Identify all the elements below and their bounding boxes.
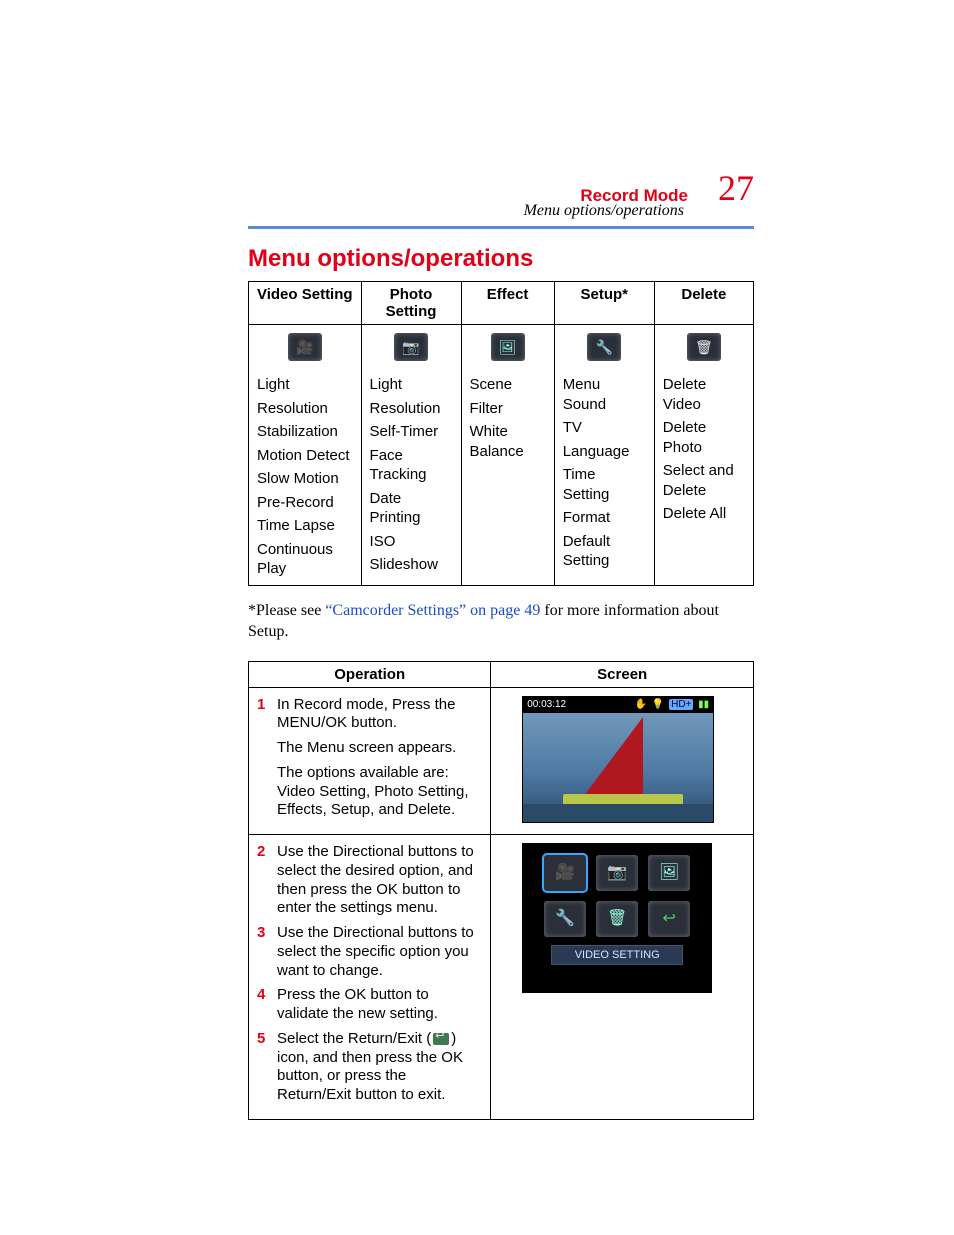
menu-setup-icon: 🔧 [544, 901, 586, 937]
sailboat-sail [583, 717, 643, 797]
menu-effect-icon: 🖼 [648, 855, 690, 891]
list-item: Date Printing [370, 487, 453, 530]
step-text: Select the Return/Exit () icon, and then… [277, 1030, 482, 1105]
col-video: Video Setting [249, 282, 362, 325]
photo-setting-icon: 📷 [394, 333, 428, 361]
list-item: Filter [470, 397, 546, 421]
list-item: Stabilization [257, 420, 353, 444]
hand-icon: ✋ [635, 699, 647, 710]
menu-caption: VIDEO SETTING [551, 945, 683, 965]
col-photo: Photo Setting [361, 282, 461, 325]
menu-video-icon: 🎥 [544, 855, 586, 891]
list-item: Face Tracking [370, 444, 453, 487]
list-item: Slow Motion [257, 467, 353, 491]
col-effect: Effect [461, 282, 554, 325]
step-text: The Menu screen appears. [277, 739, 482, 758]
list-item: Default Setting [563, 530, 646, 573]
setup-icon: 🔧 [587, 333, 621, 361]
list-item: Resolution [370, 397, 453, 421]
ops-col-operation: Operation [249, 661, 491, 687]
list-item: Delete Video [663, 373, 745, 416]
return-exit-icon [433, 1033, 449, 1045]
menu-screenshot: 🎥 📷 🖼 🔧 🗑 ↩ VIDEO SETTING [522, 843, 712, 993]
operations-table: Operation Screen 1 In Record mode, Press… [248, 661, 754, 1120]
list-item: Scene [470, 373, 546, 397]
delete-items: Delete Video Delete Photo Select and Del… [654, 369, 753, 585]
breadcrumb: Menu options/operations [248, 202, 684, 220]
menu-return-icon: ↩ [648, 901, 690, 937]
page-title: Menu options/operations [248, 245, 754, 273]
list-item: Language [563, 440, 646, 464]
list-item: Continuous Play [257, 538, 353, 581]
water [523, 804, 713, 822]
list-item: Resolution [257, 397, 353, 421]
step-number: 3 [257, 924, 269, 980]
list-item: Light [370, 373, 453, 397]
step-text: Use the Directional buttons to select th… [277, 924, 482, 980]
step-text: Press the OK button to validate the new … [277, 986, 482, 1024]
footnote-prefix: *Please see [248, 602, 325, 619]
menu-options-table: Video Setting Photo Setting Effect Setup… [248, 281, 754, 586]
menu-delete-icon: 🗑 [596, 901, 638, 937]
list-item: Select and Delete [663, 459, 745, 502]
items-row: Light Resolution Stabilization Motion De… [249, 369, 754, 585]
step-number: 1 [257, 696, 269, 821]
list-item: Menu Sound [563, 373, 646, 416]
step-number: 5 [257, 1030, 269, 1105]
bulb-icon: 💡 [652, 699, 664, 710]
recording-time: 00:03:12 [527, 699, 566, 710]
delete-icon: 🗑 [687, 333, 721, 361]
list-item: TV [563, 416, 646, 440]
page-header: Record Mode 27 Menu options/operations [248, 170, 754, 229]
list-item: Self-Timer [370, 420, 453, 444]
list-item: ISO [370, 530, 453, 554]
effect-icon: 🖼 [491, 333, 525, 361]
icon-row: 🎥 📷 🖼 🔧 🗑 [249, 325, 754, 370]
photo-items: Light Resolution Self-Timer Face Trackin… [361, 369, 461, 585]
ops-row-2: 2 Use the Directional buttons to select … [249, 835, 754, 1120]
list-item: Time Setting [563, 463, 646, 506]
camcorder-settings-link[interactable]: “Camcorder Settings” on page 49 [325, 602, 540, 619]
step-text: In Record mode, Press the MENU/OK button… [277, 696, 482, 734]
step-number: 2 [257, 843, 269, 918]
video-setting-icon: 🎥 [288, 333, 322, 361]
col-setup: Setup* [554, 282, 654, 325]
hd-badge: HD+ [669, 699, 693, 710]
video-items: Light Resolution Stabilization Motion De… [249, 369, 362, 585]
ops-row-1: 1 In Record mode, Press the MENU/OK butt… [249, 687, 754, 835]
list-item: Light [257, 373, 353, 397]
list-item: Time Lapse [257, 514, 353, 538]
step-number: 4 [257, 986, 269, 1024]
setup-footnote: *Please see “Camcorder Settings” on page… [248, 600, 754, 643]
ops-header-row: Operation Screen [249, 661, 754, 687]
header-divider [248, 226, 754, 229]
battery-icon: ▮▮ [698, 699, 709, 710]
list-item: Delete All [663, 502, 745, 526]
record-mode-screenshot: 00:03:12 ✋ 💡 HD+ ▮▮ [522, 696, 714, 823]
step-text: The options available are: Video Setting… [277, 764, 482, 820]
table-header-row: Video Setting Photo Setting Effect Setup… [249, 282, 754, 325]
list-item: Pre-Record [257, 491, 353, 515]
col-delete: Delete [654, 282, 753, 325]
list-item: Delete Photo [663, 416, 745, 459]
list-item: Slideshow [370, 553, 453, 577]
ops-col-screen: Screen [491, 661, 754, 687]
setup-items: Menu Sound TV Language Time Setting Form… [554, 369, 654, 585]
effect-items: Scene Filter White Balance [461, 369, 554, 585]
page-number: 27 [718, 170, 754, 206]
list-item: Motion Detect [257, 444, 353, 468]
step-text: Use the Directional buttons to select th… [277, 843, 482, 918]
list-item: White Balance [470, 420, 546, 463]
menu-photo-icon: 📷 [596, 855, 638, 891]
list-item: Format [563, 506, 646, 530]
